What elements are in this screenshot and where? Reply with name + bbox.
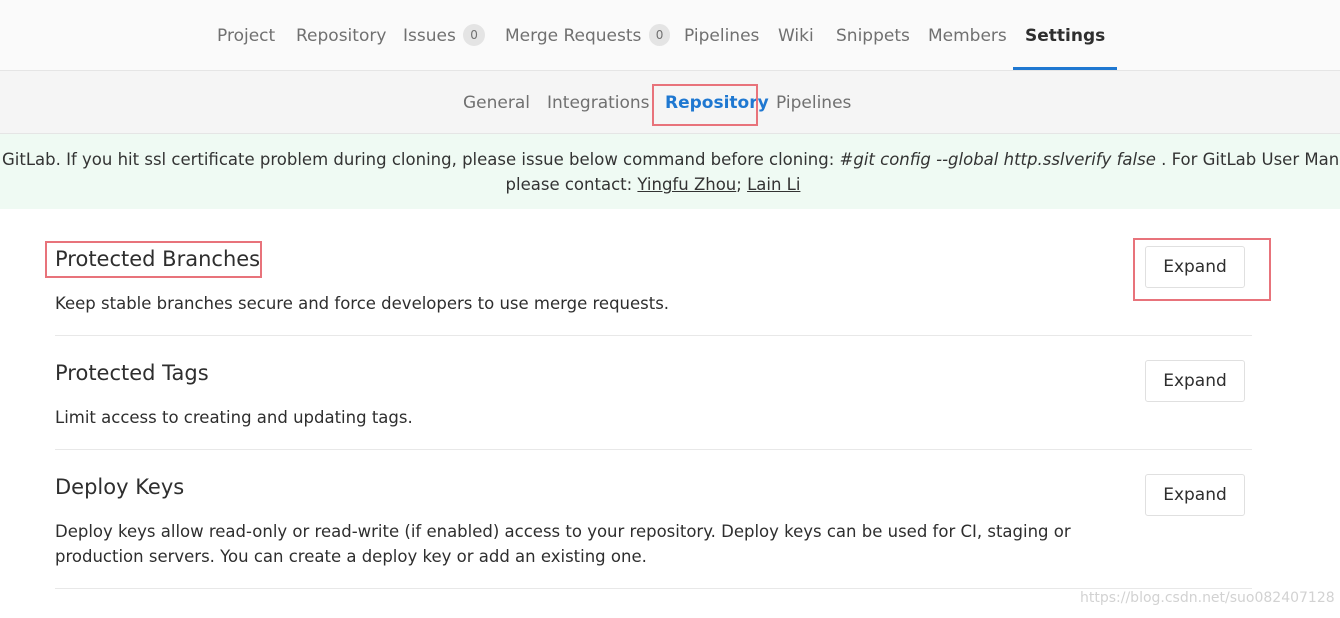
subnav-pipelines[interactable]: Pipelines	[776, 71, 851, 133]
settings-sub-nav: General Integrations Repository Pipeline…	[0, 71, 1340, 134]
subnav-general[interactable]: General	[463, 71, 530, 133]
merge-requests-count-badge: 0	[648, 24, 671, 46]
banner-command: #git config --global http.sslverify fals…	[839, 150, 1156, 169]
banner-line-2: please contact: Yingfu Zhou; Lain Li	[505, 175, 801, 194]
expand-button[interactable]: Expand	[1145, 360, 1245, 402]
section-description: Deploy keys allow read-only or read-writ…	[55, 522, 1071, 566]
nav-repository[interactable]: Repository	[296, 0, 386, 70]
nav-pipelines[interactable]: Pipelines	[684, 0, 759, 70]
expand-button[interactable]: Expand	[1145, 474, 1245, 516]
top-nav: Project Repository Issues 0 Merge Reques…	[0, 0, 1340, 71]
nav-project[interactable]: Project	[217, 0, 275, 70]
nav-settings[interactable]: Settings	[1012, 0, 1118, 70]
broadcast-banner: GitLab. If you hit ssl certificate probl…	[0, 134, 1340, 209]
section-deploy-keys: Deploy Keys Deploy keys allow read-only …	[55, 474, 1252, 589]
section-title: Protected Branches	[55, 247, 261, 271]
section-protected-tags: Protected Tags Limit access to creating …	[55, 360, 1252, 450]
nav-merge-requests[interactable]: Merge Requests 0	[505, 0, 671, 70]
nav-snippets[interactable]: Snippets	[836, 0, 910, 70]
contact-link-lain-li[interactable]: Lain Li	[747, 175, 800, 194]
issues-count-badge: 0	[463, 24, 485, 46]
section-divider	[55, 449, 1252, 450]
expand-button[interactable]: Expand	[1145, 246, 1245, 288]
banner-line-1: GitLab. If you hit ssl certificate probl…	[2, 150, 1340, 169]
subnav-integrations[interactable]: Integrations	[547, 71, 650, 133]
section-divider	[55, 335, 1252, 336]
section-description: Limit access to creating and updating ta…	[55, 408, 413, 427]
section-title: Protected Tags	[55, 361, 209, 385]
nav-issues[interactable]: Issues 0	[403, 0, 485, 70]
section-divider	[55, 588, 1252, 589]
watermark: https://blog.csdn.net/suo082407128	[1080, 590, 1335, 606]
contact-link-yingfu-zhou[interactable]: Yingfu Zhou	[637, 175, 736, 194]
section-description: Keep stable branches secure and force de…	[55, 294, 670, 313]
nav-members[interactable]: Members	[928, 0, 1007, 70]
subnav-repository[interactable]: Repository	[665, 71, 769, 133]
nav-wiki[interactable]: Wiki	[778, 0, 814, 70]
section-title: Deploy Keys	[55, 475, 185, 499]
section-protected-branches: Protected Branches Keep stable branches …	[55, 246, 1252, 336]
